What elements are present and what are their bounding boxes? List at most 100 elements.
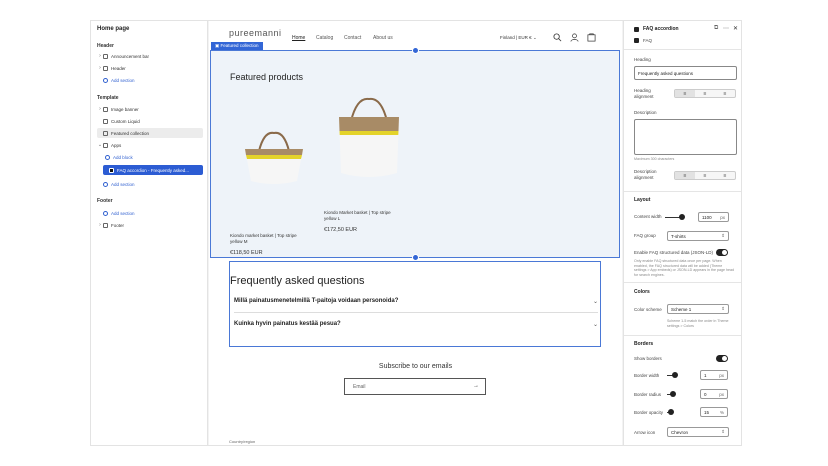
slider-handle[interactable] — [679, 214, 685, 220]
sidebar-item-featured-collection[interactable]: Featured collection — [97, 128, 203, 138]
heading-input[interactable]: Frequently asked questions — [634, 66, 737, 80]
add-section-header-button[interactable]: Add section — [97, 75, 203, 85]
arrow-icon-select[interactable]: Chevron ⇕ — [667, 427, 729, 437]
heading-alignment-control[interactable]: ≡ ≡ ≡ — [674, 89, 736, 98]
divider — [624, 282, 741, 283]
structured-data-hint: Only enable FAQ structured data once per… — [634, 259, 734, 277]
sidebar-item-custom-liquid[interactable]: Custom Liquid — [97, 116, 203, 126]
sections-sidebar: Home page Header › Announcement bar › Head… — [91, 21, 208, 445]
account-icon[interactable] — [570, 33, 579, 42]
footer-group-label: Footer — [97, 198, 113, 204]
align-right-icon[interactable]: ≡ — [715, 90, 735, 97]
chevron-updown-icon: ⇕ — [721, 233, 725, 238]
section-tag: ▣ Featured collection — [211, 42, 263, 50]
product-price: €172,50 EUR — [324, 227, 358, 233]
structured-data-toggle[interactable] — [716, 249, 728, 256]
divider — [624, 49, 741, 50]
heading-label: Heading — [634, 57, 651, 62]
description-textarea[interactable] — [634, 119, 737, 155]
newsletter-heading: Subscribe to our emails — [378, 363, 453, 370]
plus-circle-icon — [103, 181, 108, 187]
app-name: FAQ — [643, 38, 653, 43]
description-label: Description — [634, 110, 657, 115]
store-header: pureemanni Home Catalog Contact About us… — [209, 21, 622, 47]
sidebar-item-header[interactable]: › Header — [97, 63, 203, 73]
more-icon[interactable]: ⋯ — [723, 25, 729, 32]
cart-icon[interactable] — [587, 33, 596, 42]
header-group-label: Header — [97, 43, 114, 49]
layout-icon — [103, 222, 108, 228]
country-region-label: Country/region — [229, 439, 256, 444]
add-block-button[interactable]: Add block — [105, 152, 203, 162]
faq-group-label: FAQ group — [634, 233, 656, 238]
content-width-input[interactable]: 1100 px — [698, 212, 729, 222]
border-opacity-label: Border opacity — [634, 410, 664, 415]
arrow-icon-label: Arrow icon — [634, 430, 656, 435]
add-section-footer-button[interactable]: Add section — [97, 208, 203, 218]
nav-link-catalog[interactable]: Catalog — [316, 35, 333, 41]
faq-accordion-block[interactable]: Frequently asked questions Millä painatu… — [229, 261, 601, 347]
block-settings-panel: FAQ accordion ⧉ ⋯ ✕ FAQ Heading Frequent… — [623, 21, 741, 445]
sidebar-item-footer[interactable]: › Footer — [97, 220, 203, 230]
code-icon — [103, 118, 108, 124]
border-radius-label: Border radius — [634, 392, 662, 397]
template-group-label: Template — [97, 95, 119, 101]
align-center-icon[interactable]: ≡ — [695, 172, 715, 179]
country-selector[interactable]: Finland | EUR € ⌄ — [500, 35, 537, 41]
copy-icon[interactable]: ⧉ — [714, 25, 718, 32]
sidebar-item-faq-accordion[interactable]: FAQ accordion - Frequently asked... — [103, 165, 203, 175]
plus-circle-icon — [103, 77, 108, 83]
product-image[interactable] — [239, 121, 309, 191]
align-left-icon[interactable]: ≡ — [675, 90, 695, 97]
app-block-icon — [109, 167, 114, 173]
faq-question[interactable]: Millä painatusmenetelmillä T-paitoja voi… — [234, 298, 598, 305]
add-section-below-icon[interactable] — [412, 254, 419, 261]
sidebar-item-announcement-bar[interactable]: › Announcement bar — [97, 51, 203, 61]
arrow-right-icon[interactable]: → — [473, 383, 479, 389]
show-borders-label: Show borders — [634, 356, 662, 361]
chevron-updown-icon: ⇕ — [721, 429, 725, 434]
nav-link-about-us[interactable]: About us — [373, 35, 393, 41]
app-block-icon — [634, 27, 639, 32]
close-icon[interactable]: ✕ — [733, 25, 738, 32]
store-logo[interactable]: pureemanni — [229, 28, 282, 38]
sidebar-item-image-banner[interactable]: › Image banner — [97, 104, 203, 114]
featured-collection-section[interactable]: ▣ Featured collection Featured products … — [210, 42, 620, 261]
colors-heading: Colors — [634, 289, 650, 295]
divider — [624, 191, 741, 192]
faq-group-select[interactable]: T-shirts ⇕ — [667, 231, 729, 241]
border-radius-input[interactable]: 0 px — [700, 389, 728, 399]
description-alignment-control[interactable]: ≡ ≡ ≡ — [674, 171, 736, 180]
border-opacity-input[interactable]: 15% — [700, 407, 728, 417]
slider-handle[interactable] — [672, 372, 678, 378]
divider — [624, 335, 741, 336]
product-name[interactable]: Kiondo market basket | Top stripe yellow… — [230, 233, 310, 245]
image-icon — [103, 106, 108, 112]
align-right-icon[interactable]: ≡ — [715, 172, 735, 179]
layout-heading: Layout — [634, 197, 651, 203]
store-preview: pureemanni Home Catalog Contact About us… — [209, 21, 622, 445]
content-width-label: Content width — [634, 214, 662, 219]
align-left-icon[interactable]: ≡ — [675, 172, 695, 179]
product-name[interactable]: Kiondo Market basket | Top stripe yellow… — [324, 210, 404, 222]
color-scheme-select[interactable]: Scheme 1 ⇕ — [667, 304, 729, 314]
nav-link-home[interactable]: Home — [292, 35, 305, 41]
faq-heading: Frequently asked questions — [230, 275, 365, 287]
faq-question[interactable]: Kuinka hyvin painatus kestää pesua? ⌄ — [234, 321, 598, 328]
slider-handle[interactable] — [670, 391, 676, 397]
nav-link-contact[interactable]: Contact — [344, 35, 361, 41]
apps-icon — [103, 142, 108, 148]
product-image[interactable] — [329, 93, 409, 183]
structured-data-label: Enable FAQ structured data (JSON-LD) — [634, 250, 714, 255]
add-section-template-button[interactable]: Add section — [97, 179, 203, 189]
add-section-above-icon[interactable] — [412, 47, 419, 54]
description-hint: Maximum 300 characters — [634, 157, 675, 161]
email-input[interactable]: Email → — [344, 378, 486, 395]
align-center-icon[interactable]: ≡ — [695, 90, 715, 97]
show-borders-toggle[interactable] — [716, 355, 728, 362]
sidebar-item-apps[interactable]: ⌄ Apps — [97, 140, 203, 150]
divider — [234, 312, 598, 313]
search-icon[interactable] — [553, 33, 562, 42]
slider-handle[interactable] — [668, 409, 674, 415]
border-width-input[interactable]: 1 px — [700, 370, 728, 380]
